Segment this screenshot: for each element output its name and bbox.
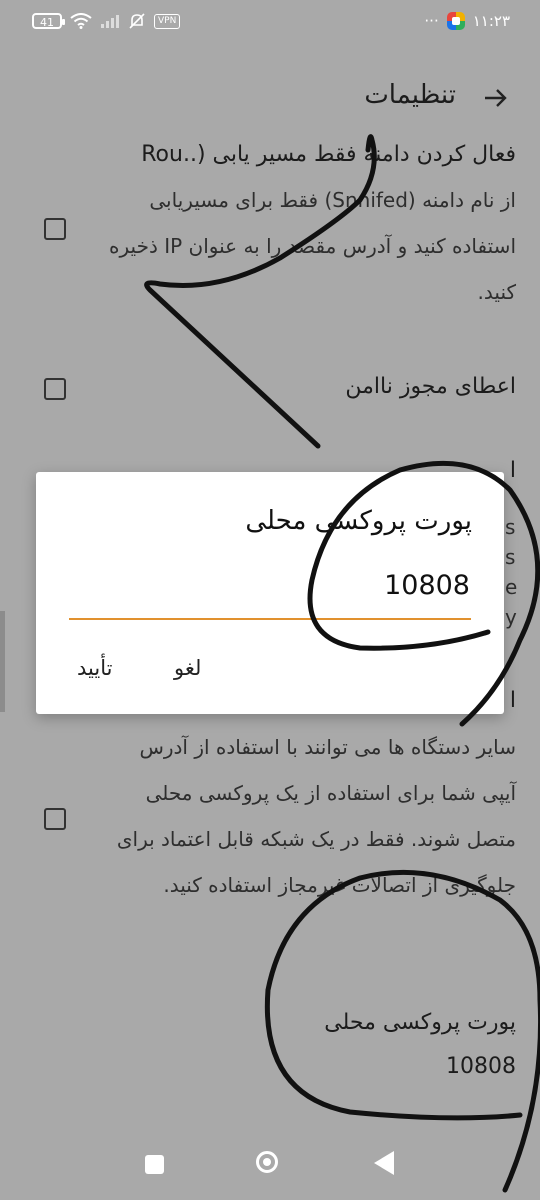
clock: ۱۱:۲۳	[472, 12, 510, 30]
peek-letter: y	[505, 605, 517, 629]
ok-button[interactable]: تأیید	[77, 656, 112, 680]
dialog-title: پورت پروکسی محلی	[245, 506, 472, 536]
battery-icon: 41	[32, 13, 65, 29]
signal-icon	[101, 15, 119, 28]
setting-lan-desc: سایر دستگاه ها می توانند با استفاده از آ…	[116, 735, 516, 897]
page-title: تنظیمات	[364, 80, 456, 110]
port-input[interactable]: 10808	[384, 570, 470, 601]
setting-allow-lan[interactable]: سایر دستگاه ها می توانند با استفاده از آ…	[0, 724, 540, 908]
lan-setting-title-peek: ا	[509, 688, 516, 713]
wifi-icon	[70, 13, 92, 29]
status-icons-right: ··· ۱۱:۲۳	[424, 12, 510, 30]
peek-letter: s	[505, 545, 516, 569]
lan-checkbox[interactable]	[44, 808, 66, 830]
hidden-setting-title: ا	[509, 458, 516, 483]
toolbar: تنظیمات	[0, 70, 540, 126]
port-dialog: پورت پروکسی محلی 10808 لغو تأیید	[36, 472, 504, 714]
system-nav-bar	[0, 1132, 540, 1200]
vpn-badge: VPN	[154, 13, 181, 29]
status-icons-left: 41 VPN	[32, 12, 181, 30]
hidden-text-peek: s s e y	[505, 512, 517, 632]
setting-routing-desc: از نام دامنه (Snnifed) فقط برای مسیریابی…	[109, 188, 516, 304]
local-proxy-title[interactable]: پورت پروکسی محلی	[324, 1010, 516, 1035]
setting-routing-title: فعال کردن دامنه فقط مسیر یابی (..Rou	[141, 142, 516, 167]
cancel-button[interactable]: لغو	[174, 656, 201, 680]
routing-checkbox[interactable]	[44, 218, 66, 240]
insecure-checkbox[interactable]	[44, 378, 66, 400]
app-notification-icon	[446, 12, 465, 30]
mute-bell-icon	[129, 13, 145, 29]
home-icon[interactable]	[256, 1151, 278, 1173]
recents-icon[interactable]	[145, 1155, 164, 1174]
back-triangle-icon[interactable]	[374, 1151, 394, 1175]
peek-letter: s	[505, 515, 516, 539]
status-bar: 41 VPN ··· ۱۱:۲۳	[0, 0, 540, 48]
edge-handle[interactable]	[0, 611, 5, 712]
setting-allow-insecure[interactable]: اعطای مجوز ناامن	[0, 374, 540, 399]
battery-level: 41	[40, 16, 54, 29]
setting-insecure-title: اعطای مجوز ناامن	[345, 374, 516, 399]
more-dots: ···	[424, 12, 439, 30]
local-proxy-value: 10808	[446, 1054, 516, 1079]
arrow-right-icon[interactable]	[480, 82, 512, 114]
peek-letter: e	[505, 575, 518, 599]
input-underline	[69, 618, 471, 620]
setting-routing-only[interactable]: فعال کردن دامنه فقط مسیر یابی (..Rou از …	[0, 142, 540, 315]
